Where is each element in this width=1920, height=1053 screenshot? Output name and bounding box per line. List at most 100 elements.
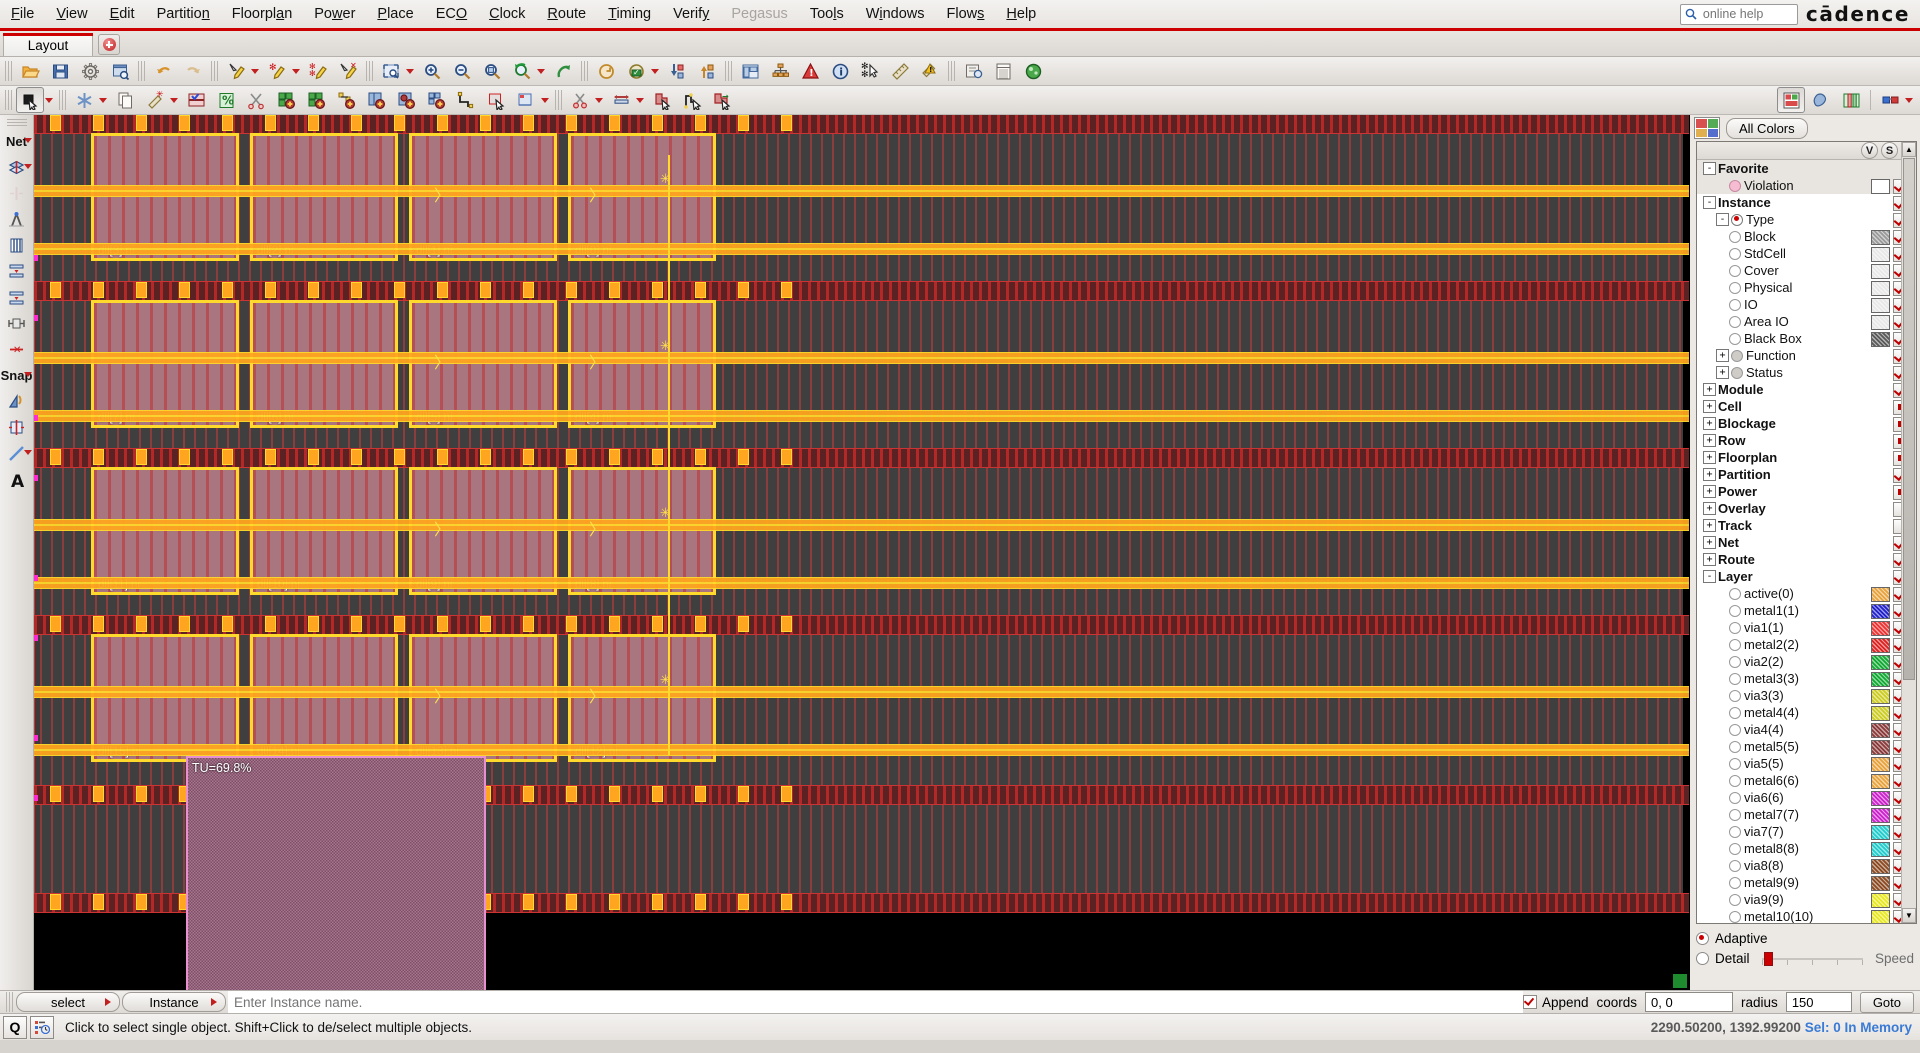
history-list-icon[interactable] (30, 1015, 54, 1039)
color-tree-row-via2-2-[interactable]: via2(2) (1697, 653, 1916, 670)
color-tree-row-metal1-1-[interactable]: metal1(1) (1697, 602, 1916, 619)
chevron-down-icon[interactable] (651, 68, 659, 74)
layer-color-swatch[interactable] (1871, 298, 1890, 313)
redraw-button[interactable] (592, 58, 620, 84)
color-tree-row-module[interactable]: + Module (1697, 381, 1916, 398)
macro-instance[interactable]: dll[3].ni (91, 133, 239, 261)
tree-radio[interactable] (1729, 842, 1741, 855)
layout-canvas[interactable]: dll[3].nidll[2].nidll[1].nidll[0].nidll[… (34, 115, 1689, 990)
run-button[interactable] (1019, 58, 1047, 84)
cut-button[interactable] (242, 87, 270, 113)
layer-color-swatch[interactable] (1871, 740, 1890, 755)
menu-edit[interactable]: Edit (99, 2, 146, 26)
tree-radio[interactable] (1729, 791, 1741, 804)
tree-radio[interactable] (1729, 825, 1741, 838)
chevron-down-icon[interactable] (45, 97, 53, 103)
tree-radio[interactable] (1729, 876, 1741, 889)
menu-verify[interactable]: Verify (662, 2, 720, 26)
color-tree-row-blockage[interactable]: + Blockage (1697, 415, 1916, 432)
slider-knob[interactable] (1763, 952, 1773, 966)
tree-radio[interactable] (1729, 723, 1741, 736)
layer-color-swatch[interactable] (1871, 723, 1890, 738)
color-tree-row-overlay[interactable]: + Overlay (1697, 500, 1916, 517)
tree-radio[interactable] (1729, 247, 1741, 260)
color-tree-row-type[interactable]: - Type (1697, 211, 1916, 228)
layer-color-swatch[interactable] (1871, 689, 1890, 704)
color-tree-row-stdcell[interactable]: StdCell (1697, 245, 1916, 262)
color-tree-row-via3-3-[interactable]: via3(3) (1697, 687, 1916, 704)
toolbar-grip[interactable] (211, 61, 218, 81)
tree-radio[interactable] (1729, 587, 1741, 600)
chevron-down-icon[interactable] (541, 97, 549, 103)
add-row-button[interactable] (362, 87, 390, 113)
layer-color-swatch[interactable] (1871, 876, 1890, 891)
color-tree-row-metal5-5-[interactable]: metal5(5) (1697, 738, 1916, 755)
add-group-button[interactable] (422, 87, 450, 113)
delete-wire-button[interactable]: ✕ (2, 337, 32, 362)
design-browser-button[interactable] (736, 58, 764, 84)
layer-color-swatch[interactable] (1871, 910, 1890, 923)
color-tree-row-cell[interactable]: + Cell (1697, 398, 1916, 415)
layer-color-swatch[interactable] (1871, 825, 1890, 840)
tree-expander[interactable]: - (1703, 162, 1716, 175)
tree-radio[interactable] (1729, 638, 1741, 651)
tree-expander[interactable]: + (1703, 434, 1716, 447)
toolbar-grip[interactable] (366, 61, 373, 81)
findbar-grip[interactable] (6, 992, 13, 1012)
color-tree-row-via1-1-[interactable]: via1(1) (1697, 619, 1916, 636)
adaptive-radio[interactable] (1696, 931, 1709, 945)
chevron-down-icon[interactable] (23, 138, 32, 143)
color-tree-row-via7-7-[interactable]: via7(7) (1697, 823, 1916, 840)
track-button[interactable] (2, 233, 32, 258)
color-tree-row-route[interactable]: + Route (1697, 551, 1916, 568)
color-tree-row-via5-5-[interactable]: via5(5) (1697, 755, 1916, 772)
layer-color-swatch[interactable] (1871, 247, 1890, 262)
menu-route[interactable]: Route (536, 2, 597, 26)
compass-button[interactable] (2, 207, 32, 232)
tree-radio[interactable] (1729, 893, 1741, 906)
chevron-down-icon[interactable] (251, 68, 259, 74)
color-tree-row-floorplan[interactable]: + Floorplan (1697, 449, 1916, 466)
deselect-highlight-button[interactable]: ✕ (334, 58, 362, 84)
align-bottom-button[interactable] (2, 285, 32, 310)
annotation-button[interactable] (959, 58, 987, 84)
noc-partition-block[interactable]: TU=69.8% noc (186, 756, 486, 990)
menu-eco[interactable]: ECO (425, 2, 478, 26)
layer-color-swatch[interactable] (1871, 315, 1890, 330)
menu-place[interactable]: Place (366, 2, 424, 26)
cut-rectangle-button[interactable] (566, 87, 594, 113)
undo-button[interactable] (149, 58, 177, 84)
color-tree-row-via4-4-[interactable]: via4(4) (1697, 721, 1916, 738)
tree-radio[interactable] (1729, 859, 1741, 872)
color-tree-row-metal10-10-[interactable]: metal10(10) (1697, 908, 1916, 923)
menu-file[interactable]: File (0, 2, 45, 26)
color-tree-row-black-box[interactable]: Black Box (1697, 330, 1916, 347)
color-tree-row-metal9-9-[interactable]: metal9(9) (1697, 874, 1916, 891)
toolbar-grip[interactable] (5, 61, 12, 81)
copy-button[interactable] (111, 87, 139, 113)
color-tree-row-metal4-4-[interactable]: metal4(4) (1697, 704, 1916, 721)
import-button[interactable] (663, 58, 691, 84)
layer-color-swatch[interactable] (1871, 621, 1890, 636)
macro-instance[interactable]: dll[11].ni (91, 467, 239, 595)
macro-instance[interactable]: dll[7].ni (91, 300, 239, 428)
chevron-down-icon[interactable] (170, 97, 178, 103)
export-button[interactable] (693, 58, 721, 84)
color-tree-row-cover[interactable]: Cover (1697, 262, 1916, 279)
tree-radio[interactable] (1729, 774, 1741, 787)
check-place-button[interactable] (182, 87, 210, 113)
minimap-indicator[interactable] (1673, 974, 1687, 988)
color-tree-row-via8-8-[interactable]: via8(8) (1697, 857, 1916, 874)
macro-instance[interactable]: dll[15].ni (91, 634, 239, 762)
color-tree-row-power[interactable]: + Power (1697, 483, 1916, 500)
zoom-in-button[interactable] (418, 58, 446, 84)
layer-color-swatch[interactable] (1871, 230, 1890, 245)
chevron-down-icon[interactable] (595, 97, 603, 103)
tab-layout[interactable]: Layout (3, 33, 93, 56)
tree-radio[interactable] (1729, 332, 1741, 345)
chevron-down-icon[interactable] (23, 372, 32, 377)
selectable-column-button[interactable]: S (1881, 142, 1898, 159)
open-design-button[interactable] (16, 58, 44, 84)
layer-color-swatch[interactable] (1871, 332, 1890, 347)
scroll-down-button[interactable]: ▼ (1902, 908, 1916, 923)
